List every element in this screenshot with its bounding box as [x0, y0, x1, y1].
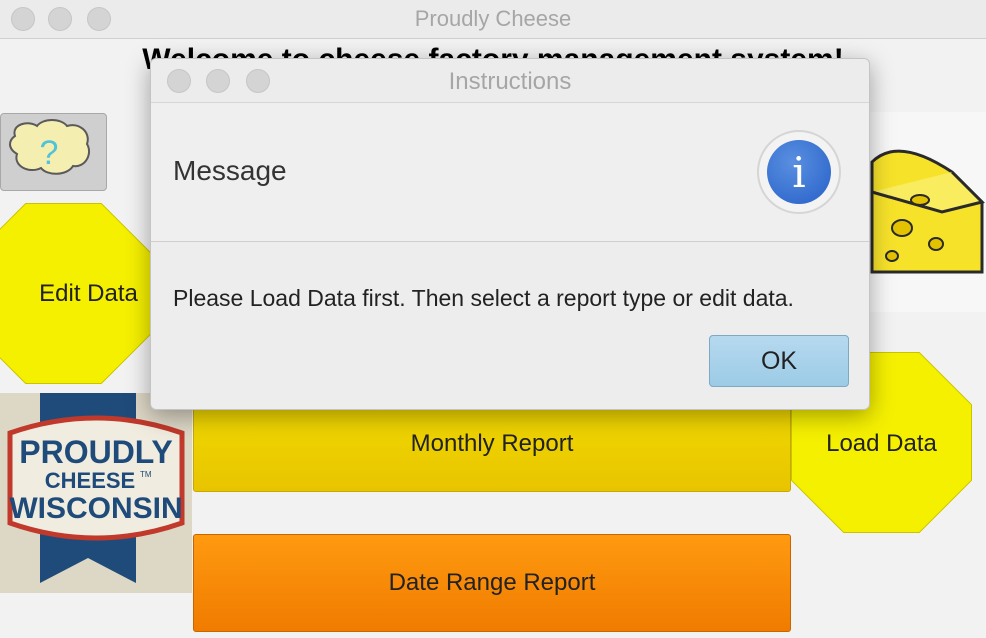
dialog-title: Instructions: [448, 68, 572, 95]
date-range-report-button[interactable]: Date Range Report: [193, 534, 791, 632]
monthly-report-label: Monthly Report: [410, 429, 574, 457]
date-range-report-label: Date Range Report: [388, 569, 596, 596]
instructions-dialog: Instructions Message i Please Load Data …: [150, 58, 870, 410]
dialog-header-text: Message: [173, 155, 287, 186]
dialog-title-bar: Instructions: [151, 59, 869, 103]
help-cheese-icon: ?: [9, 119, 91, 175]
logo-tm: TM: [140, 470, 152, 479]
proudly-wisconsin-cheese-logo: PROUDLY CHEESE TM WISCONSIN: [0, 393, 192, 593]
logo-line-3: WISCONSIN: [9, 492, 182, 525]
help-button[interactable]: ?: [0, 113, 107, 191]
edit-data-label: Edit Data: [39, 279, 138, 307]
logo-line-1: PROUDLY: [19, 434, 173, 470]
window-title: Proudly Cheese: [414, 6, 572, 31]
info-icon: i: [767, 140, 831, 204]
logo-line-2: CHEESE: [45, 468, 135, 493]
info-icon-ring: i: [757, 130, 841, 214]
dialog-message: Please Load Data first. Then select a re…: [173, 285, 794, 311]
help-question-mark: ?: [40, 134, 59, 172]
main-title-bar: Proudly Cheese: [0, 0, 986, 39]
ok-label: OK: [760, 346, 798, 375]
cheese-image: [862, 112, 986, 312]
load-data-label: Load Data: [826, 429, 937, 457]
dialog-header: Message i: [151, 103, 869, 242]
ok-button[interactable]: OK: [709, 335, 849, 387]
